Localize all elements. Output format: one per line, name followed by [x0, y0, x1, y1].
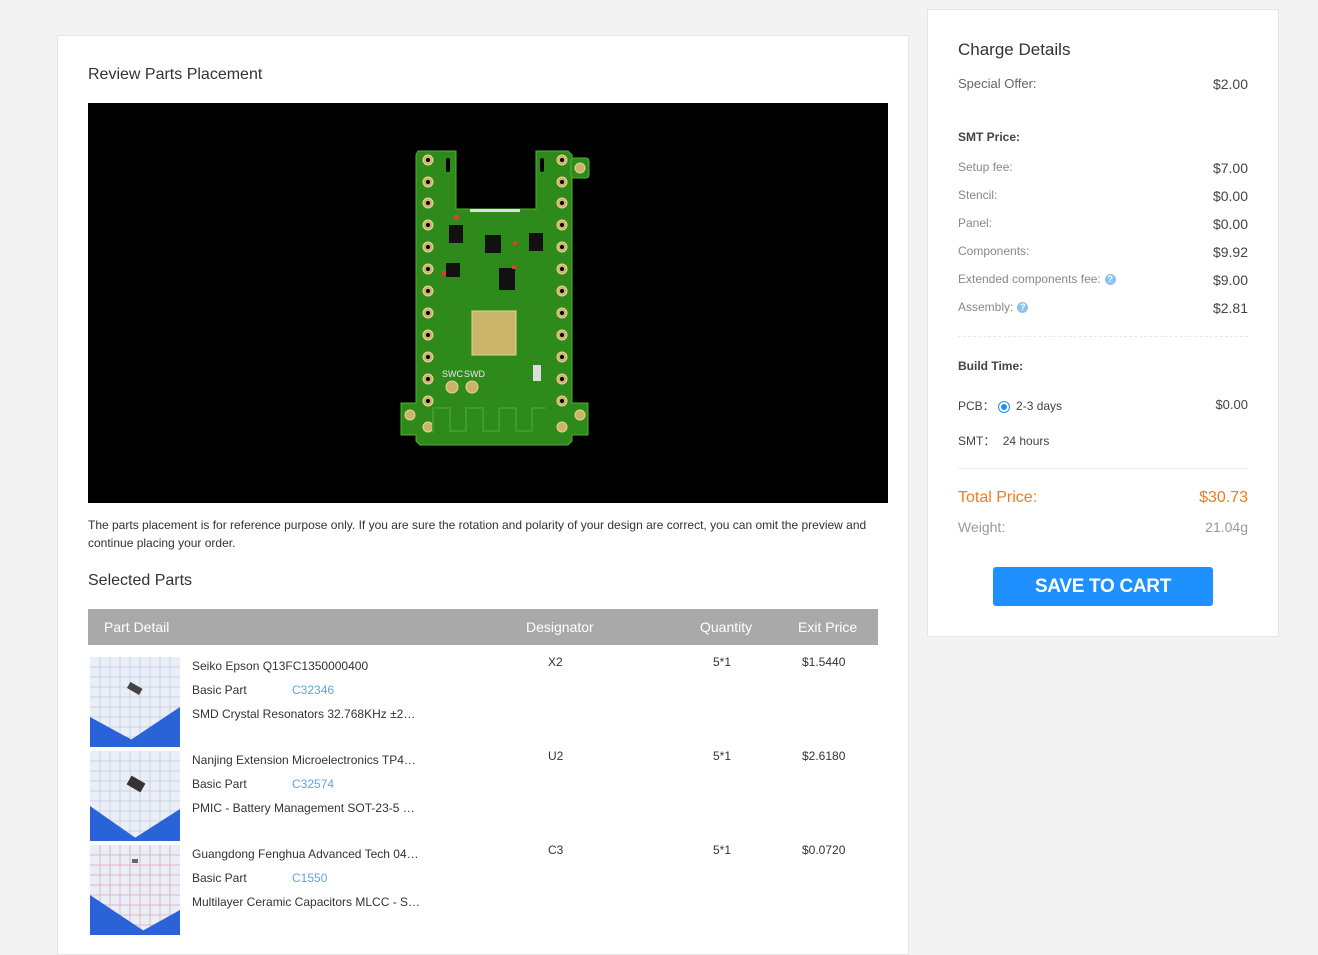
part-name: Guangdong Fenghua Advanced Tech 04…: [192, 847, 419, 861]
setup-fee-label: Setup fee:: [958, 160, 1013, 174]
smt-build-label: SMT：: [958, 434, 996, 448]
components-label: Components:: [958, 244, 1030, 258]
total-price-label: Total Price:: [958, 489, 1038, 506]
extended-fee-value: $9.00: [1212, 272, 1248, 288]
pcb-swd-label: SWD: [464, 369, 485, 379]
weight-value: 21.04g: [1205, 519, 1248, 535]
designator: U2: [548, 749, 564, 763]
pcb-build-label: PCB：: [958, 399, 995, 413]
pcb-board-image: SWC SWD: [400, 150, 590, 446]
save-to-cart-button[interactable]: SAVE TO CART: [993, 567, 1213, 606]
quantity: 5*1: [713, 749, 732, 763]
extended-fee-label: Extended components fee:: [958, 272, 1101, 286]
pcb-build-option[interactable]: 2-3 days: [1016, 399, 1062, 413]
smt-build-value: 24 hours: [1002, 434, 1050, 448]
charge-details-title: Charge Details: [958, 40, 1071, 59]
smt-build-wrap: SMT： 24 hours: [958, 432, 1049, 449]
smt-price-title: SMT Price:: [958, 130, 1021, 144]
total-price-value: $30.73: [1199, 489, 1248, 506]
help-icon[interactable]: ?: [1104, 274, 1116, 285]
part-description: SMD Crystal Resonators 32.768KHz ±2…: [192, 707, 416, 721]
col-exit-price: Exit Price: [798, 619, 858, 635]
part-code-link[interactable]: C32346: [292, 683, 334, 697]
pcb-swc-label: SWC: [442, 369, 463, 379]
panel-label: Panel:: [958, 216, 993, 230]
divider: [958, 468, 1248, 469]
table-row: Guangdong Fenghua Advanced Tech 04… Basi…: [88, 833, 878, 935]
review-title: Review Parts Placement: [88, 66, 263, 83]
part-code-link[interactable]: C1550: [292, 871, 327, 885]
pcb-preview[interactable]: SWC SWD: [88, 103, 888, 503]
part-thumbnail[interactable]: [90, 657, 180, 747]
assembly-label-wrap: Assembly:?: [958, 300, 1029, 314]
extended-fee-label-wrap: Extended components fee:?: [958, 272, 1116, 286]
special-offer-value: $2.00: [1212, 76, 1248, 92]
designator: X2: [548, 655, 563, 669]
price: $0.0720: [802, 843, 846, 857]
pcb-build-wrap: PCB： 2-3 days: [958, 397, 1062, 414]
weight-label: Weight:: [958, 519, 1006, 535]
components-value: $9.92: [1212, 244, 1248, 260]
part-thumbnail[interactable]: [90, 751, 180, 841]
table-row: Nanjing Extension Microelectronics TP4… …: [88, 739, 878, 841]
stencil-value: $0.00: [1212, 188, 1248, 204]
part-type: Basic Part: [192, 871, 247, 885]
quantity: 5*1: [713, 843, 732, 857]
part-type: Basic Part: [192, 683, 247, 697]
col-quantity: Quantity: [700, 619, 753, 635]
part-thumbnail[interactable]: [90, 845, 180, 935]
part-name: Seiko Epson Q13FC1350000400: [192, 659, 369, 673]
part-description: PMIC - Battery Management SOT-23-5 …: [192, 801, 415, 815]
table-row: Seiko Epson Q13FC1350000400 Basic Part C…: [88, 645, 878, 747]
pcb-build-value: $0.00: [1215, 397, 1248, 412]
panel-value: $0.00: [1212, 216, 1248, 232]
parts-review-panel: Review Parts Placement SWC SWD The parts…: [57, 35, 909, 955]
assembly-label: Assembly:: [958, 300, 1014, 314]
selected-parts-title: Selected Parts: [88, 572, 193, 589]
part-name: Nanjing Extension Microelectronics TP4…: [192, 753, 416, 767]
designator: C3: [548, 843, 564, 857]
build-time-title: Build Time:: [958, 359, 1024, 373]
charge-details-panel: Charge Details Special Offer: $2.00 SMT …: [927, 9, 1279, 637]
assembly-value: $2.81: [1212, 300, 1248, 316]
part-code-link[interactable]: C32574: [292, 777, 334, 791]
table-header: Part Detail Designator Quantity Exit Pri…: [88, 609, 878, 645]
col-designator: Designator: [526, 619, 594, 635]
divider: [958, 336, 1248, 337]
help-icon[interactable]: ?: [1017, 302, 1029, 313]
radio-2-3-days[interactable]: [998, 401, 1011, 413]
parts-table: Part Detail Designator Quantity Exit Pri…: [88, 609, 878, 935]
price: $2.6180: [802, 749, 846, 763]
part-type: Basic Part: [192, 777, 247, 791]
placement-note: The parts placement is for reference pur…: [88, 518, 867, 550]
part-description: Multilayer Ceramic Capacitors MLCC - S…: [192, 895, 421, 909]
special-offer-label: Special Offer:: [958, 76, 1037, 91]
stencil-label: Stencil:: [958, 188, 998, 202]
price: $1.5440: [802, 655, 846, 669]
setup-fee-value: $7.00: [1212, 160, 1248, 176]
quantity: 5*1: [713, 655, 732, 669]
col-part-detail: Part Detail: [104, 619, 170, 635]
